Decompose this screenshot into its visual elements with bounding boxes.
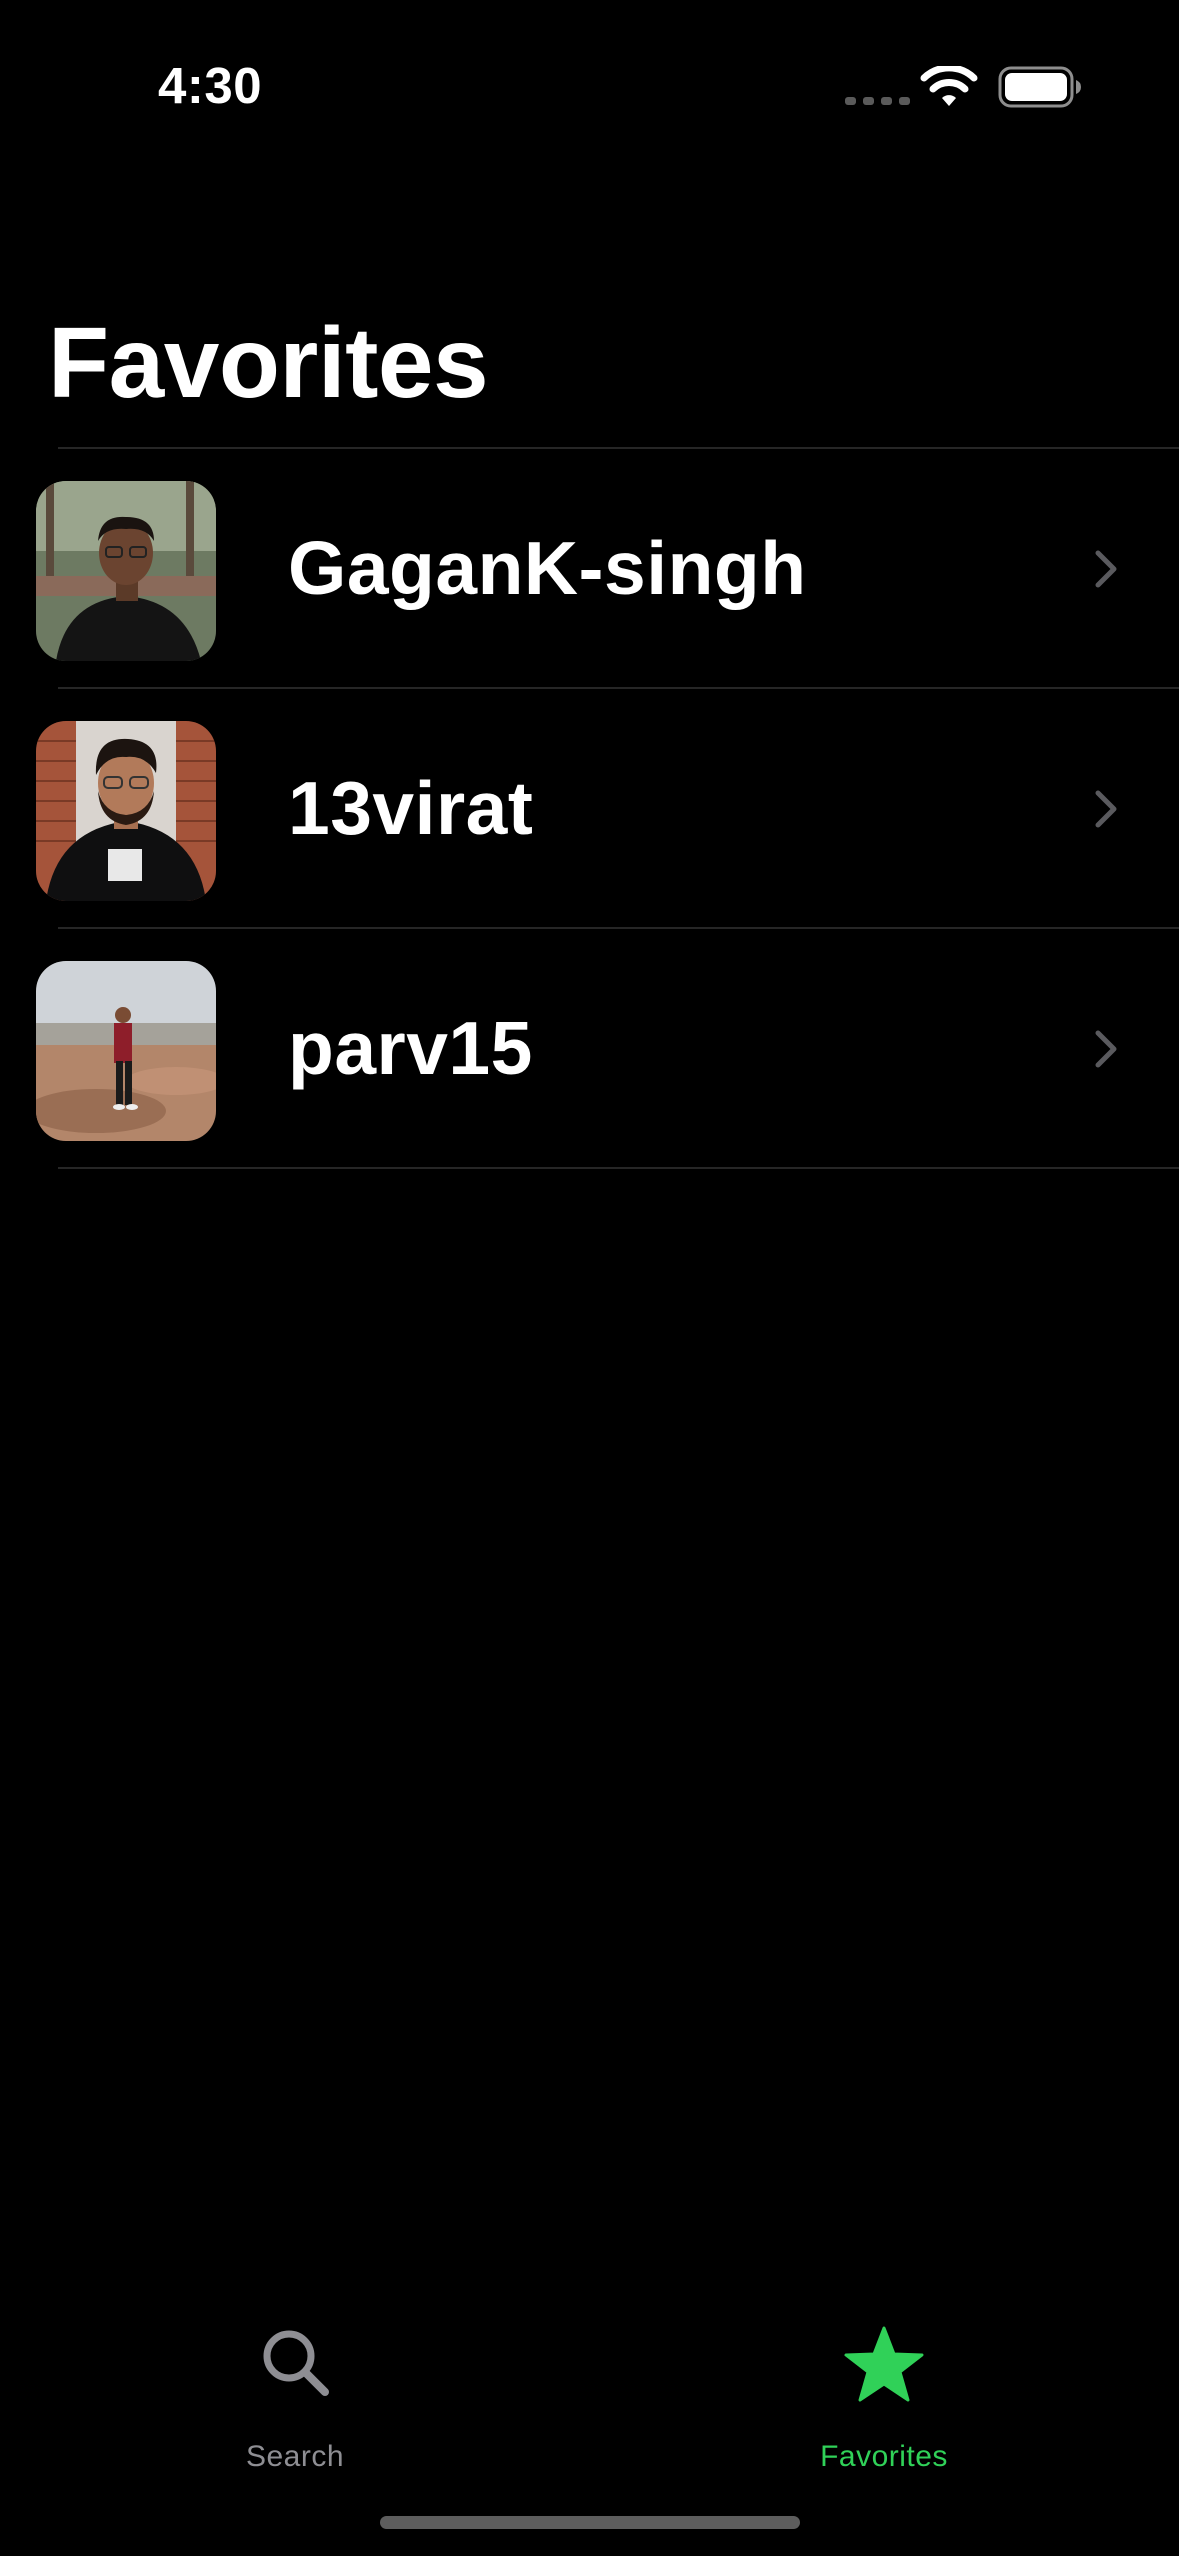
favorite-row-13virat[interactable]: 13virat bbox=[0, 689, 1179, 927]
favorite-username: 13virat bbox=[288, 766, 534, 850]
chevron-right-icon bbox=[1095, 1030, 1117, 1068]
tab-search[interactable]: Search bbox=[145, 2326, 445, 2476]
favorite-username: GaganK-singh bbox=[288, 526, 807, 610]
chevron-right-icon bbox=[1095, 550, 1117, 588]
home-indicator bbox=[380, 2516, 800, 2529]
cellular-dots-icon bbox=[845, 97, 910, 105]
page-title: Favorites bbox=[48, 307, 489, 419]
chevron-right-icon bbox=[1095, 790, 1117, 828]
avatar bbox=[36, 481, 216, 661]
avatar bbox=[36, 721, 216, 901]
favorite-row-parv15[interactable]: parv15 bbox=[0, 929, 1179, 1167]
avatar bbox=[36, 961, 216, 1141]
list-separator bbox=[58, 1167, 1179, 1169]
star-icon bbox=[844, 2326, 924, 2402]
magnifying-glass-icon bbox=[263, 2330, 329, 2396]
favorite-row-gagank-singh[interactable]: GaganK-singh bbox=[0, 449, 1179, 687]
battery-icon bbox=[998, 66, 1081, 108]
favorite-username: parv15 bbox=[288, 1006, 533, 1090]
wifi-icon bbox=[920, 66, 978, 106]
favorites-list: GaganK-singh 13virat parv15 bbox=[0, 447, 1179, 1169]
status-bar: 4:30 bbox=[0, 0, 1179, 180]
tab-search-label: Search bbox=[245, 2440, 345, 2473]
status-time: 4:30 bbox=[158, 57, 263, 114]
tab-favorites-label: Favorites bbox=[820, 2440, 948, 2473]
tab-favorites[interactable]: Favorites bbox=[734, 2326, 1034, 2476]
